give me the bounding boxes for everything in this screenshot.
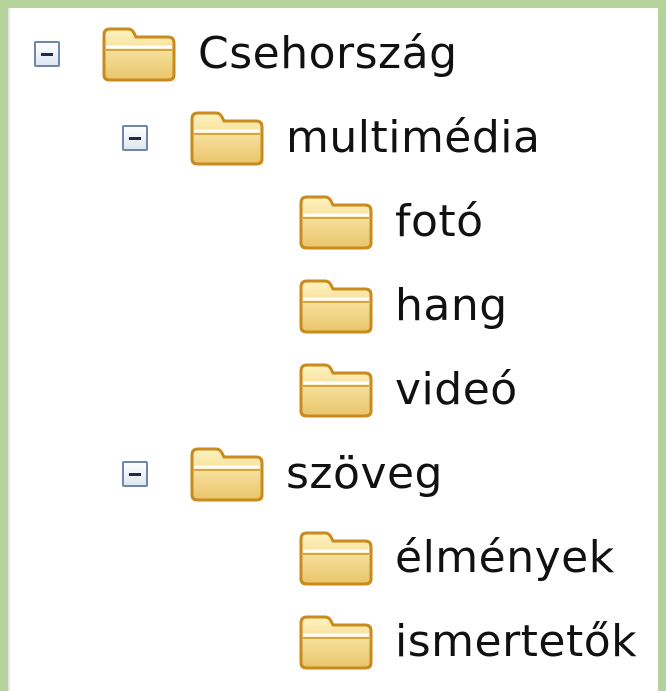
tree-node-multimedia[interactable]: multimédia bbox=[122, 102, 541, 174]
collapse-icon[interactable] bbox=[34, 41, 60, 67]
tree-node-label: szöveg bbox=[286, 448, 443, 499]
tree-node-label: hang bbox=[395, 280, 508, 331]
folder-icon bbox=[297, 277, 375, 335]
tree-node-label: ismertetők bbox=[395, 616, 638, 667]
collapse-icon[interactable] bbox=[122, 461, 148, 487]
tree-node-label: videó bbox=[395, 364, 518, 415]
tree-node-foto[interactable]: fotó bbox=[297, 186, 484, 258]
folder-icon bbox=[297, 529, 375, 587]
tree-node-ismertetok[interactable]: ismertetők bbox=[297, 606, 637, 678]
folder-icon bbox=[297, 193, 375, 251]
folder-open-icon bbox=[100, 25, 178, 83]
tree-node-elmenyek[interactable]: élmények bbox=[297, 522, 615, 594]
tree-node-label: fotó bbox=[395, 196, 484, 247]
folder-icon bbox=[297, 361, 375, 419]
tree-node-szoveg[interactable]: szöveg bbox=[122, 438, 443, 510]
folder-icon bbox=[297, 613, 375, 671]
tree-panel: Csehország multimédia fotó hang videó sz… bbox=[8, 8, 658, 691]
tree-node-label: élmények bbox=[395, 532, 615, 583]
folder-open-icon bbox=[188, 445, 266, 503]
tree-node-label: Csehország bbox=[198, 28, 458, 79]
collapse-icon[interactable] bbox=[122, 125, 148, 151]
tree-node-csehorszag[interactable]: Csehország bbox=[34, 18, 458, 90]
tree-node-hang[interactable]: hang bbox=[297, 270, 508, 342]
tree-node-label: multimédia bbox=[286, 112, 541, 163]
folder-tree: Csehország multimédia fotó hang videó sz… bbox=[10, 8, 658, 691]
tree-node-video[interactable]: videó bbox=[297, 354, 518, 426]
folder-open-icon bbox=[188, 109, 266, 167]
